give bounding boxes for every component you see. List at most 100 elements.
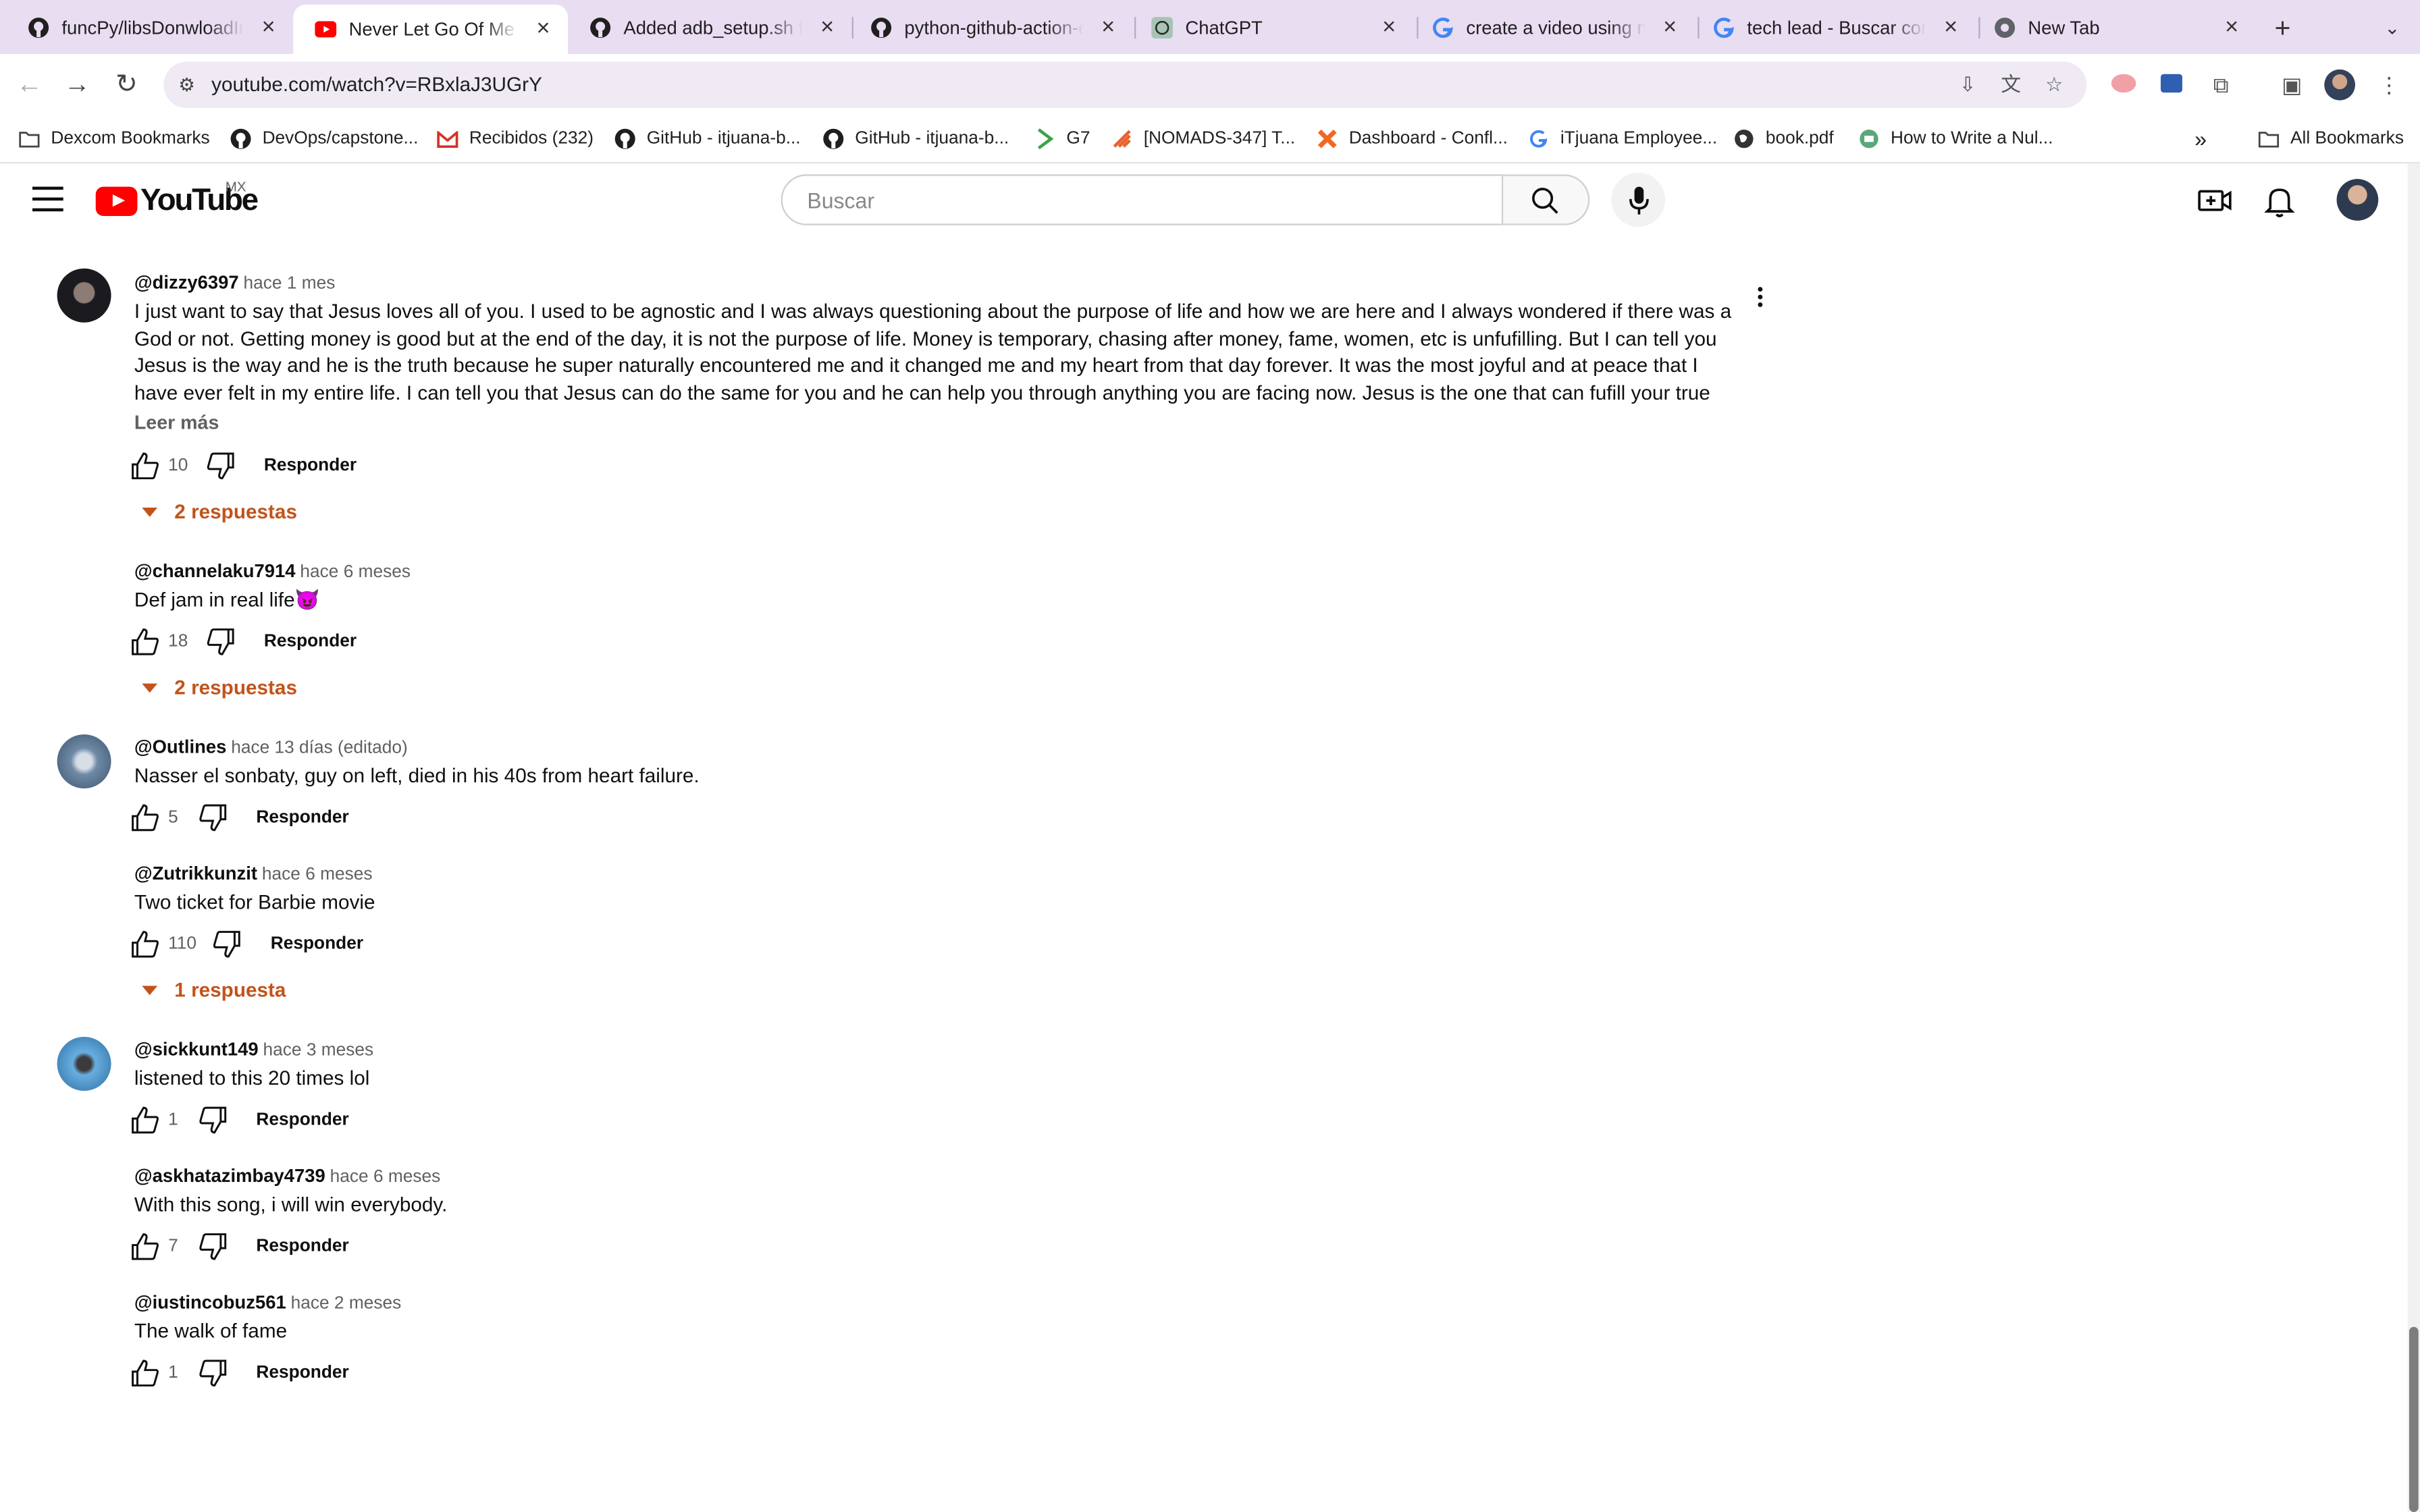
reply-button[interactable]: Responder (256, 1364, 348, 1382)
read-more-button[interactable]: Leer más (134, 412, 1755, 433)
thumbs-down-icon[interactable] (198, 1231, 229, 1262)
bookmark-item[interactable]: Dexcom Bookmarks (18, 126, 210, 151)
comment-time[interactable]: hace 6 meses (262, 865, 373, 884)
extension-icon[interactable] (2108, 70, 2139, 101)
tab-2[interactable]: Added adb_setup.sh for × (568, 6, 852, 48)
extension-icon[interactable] (2156, 70, 2187, 101)
comment-author[interactable]: @channelaku7914 (134, 560, 296, 582)
translate-icon[interactable]: 文 (1997, 71, 2025, 99)
reply-button[interactable]: Responder (264, 632, 357, 651)
reply-button[interactable]: Responder (256, 1111, 348, 1129)
view-replies-button[interactable]: 2 respuestas (142, 500, 297, 523)
new-tab-button[interactable]: + (2267, 12, 2298, 43)
thumbs-down-icon[interactable] (198, 1357, 229, 1388)
close-icon[interactable]: × (256, 14, 281, 40)
site-info-icon[interactable]: ⚙ (173, 71, 201, 99)
comment-time[interactable]: hace 6 meses (300, 563, 411, 581)
avatar[interactable] (57, 734, 111, 788)
thumbs-down-icon[interactable] (198, 1105, 229, 1136)
bookmark-item[interactable]: How to Write a Nul... (1858, 126, 2053, 151)
scrollbar-track[interactable] (2407, 163, 2420, 1512)
reload-icon[interactable]: ↻ (108, 66, 145, 103)
scrollbar-thumb[interactable] (2409, 1326, 2419, 1512)
thumbs-up-icon[interactable] (130, 1105, 161, 1136)
star-icon[interactable]: ☆ (2041, 71, 2068, 99)
avatar[interactable] (57, 268, 111, 323)
forward-arrow-icon[interactable]: → (59, 66, 96, 103)
tab-1[interactable]: Never Let Go Of Me - Ba × (293, 4, 569, 54)
bookmark-item[interactable]: iTjuana Employee... (1528, 126, 1717, 151)
bookmark-item[interactable]: GitHub - itjuana-b... (822, 126, 1009, 151)
bookmark-item[interactable]: Dashboard - Confl... (1317, 126, 1508, 151)
close-icon[interactable]: × (2219, 14, 2244, 40)
reply-button[interactable]: Responder (256, 809, 348, 827)
thumbs-up-icon[interactable] (130, 1231, 161, 1262)
bookmark-item[interactable]: G7 (1034, 126, 1090, 151)
comment-time[interactable]: hace 13 días (editado) (231, 739, 408, 757)
comment-author[interactable]: @Outlines (134, 736, 226, 757)
avatar[interactable] (57, 1036, 111, 1091)
tab-search-icon[interactable]: ⌄ (2377, 12, 2408, 43)
close-icon[interactable]: × (815, 14, 840, 40)
close-icon[interactable]: × (1377, 14, 1402, 40)
voice-search-button[interactable] (1611, 172, 1666, 227)
url-text[interactable]: youtube.com/watch?v=RBxlaJ3UGrY (211, 72, 542, 95)
create-video-icon[interactable] (2197, 182, 2234, 219)
tab-6[interactable]: tech lead - Buscar con G × (1691, 6, 1976, 48)
bookmark-item[interactable]: GitHub - itjuana-b... (614, 126, 801, 151)
thumbs-down-icon[interactable] (212, 929, 243, 960)
comment-author[interactable]: @askhatazimbay4739 (134, 1165, 325, 1187)
comment-author[interactable]: @iustincobuz561 (134, 1291, 286, 1313)
thumbs-up-icon[interactable] (130, 626, 161, 657)
address-bar[interactable]: ⚙ youtube.com/watch?v=RBxlaJ3UGrY ⇩ 文 ☆ (163, 61, 2087, 108)
bookmark-item[interactable]: [NOMADS-347] T... (1111, 126, 1295, 151)
thumbs-up-icon[interactable] (130, 450, 161, 481)
bookmark-item[interactable]: Recibidos (232) (437, 126, 594, 151)
install-app-icon[interactable]: ⇩ (1954, 71, 1982, 99)
view-replies-button[interactable]: 1 respuesta (142, 978, 286, 1001)
comment-time[interactable]: hace 6 meses (330, 1168, 441, 1186)
profile-avatar[interactable] (2324, 69, 2355, 101)
tab-3[interactable]: python-github-action-e × (849, 6, 1133, 48)
reply-button[interactable]: Responder (264, 457, 357, 475)
thumbs-up-icon[interactable] (130, 929, 161, 960)
puzzle-icon[interactable]: ⧉ (2205, 70, 2236, 101)
account-avatar[interactable] (2336, 179, 2379, 221)
youtube-logo[interactable]: YouTube MX (95, 179, 259, 219)
kebab-menu-icon[interactable]: ⋮ (2373, 70, 2404, 101)
tab-0[interactable]: funcPy/libsDonwloadInfo × (6, 6, 293, 48)
chevron-double-right-icon[interactable]: » (2194, 126, 2207, 151)
reply-button[interactable]: Responder (256, 1237, 348, 1256)
thumbs-up-icon[interactable] (130, 803, 161, 834)
thumbs-up-icon[interactable] (130, 1357, 161, 1388)
bookmark-item[interactable]: DevOps/capstone... (230, 126, 418, 151)
tab-5[interactable]: create a video using ms × (1411, 6, 1695, 48)
all-bookmarks-button[interactable]: All Bookmarks (2258, 126, 2404, 151)
close-icon[interactable]: × (1658, 14, 1683, 40)
close-icon[interactable]: × (531, 16, 556, 42)
comment-menu-icon[interactable] (1747, 284, 1772, 312)
close-icon[interactable]: × (1096, 14, 1121, 40)
view-replies-button[interactable]: 2 respuestas (142, 676, 297, 699)
bell-icon[interactable] (2261, 182, 2298, 219)
comment-time[interactable]: hace 3 meses (263, 1042, 374, 1060)
side-panel-icon[interactable]: ▣ (2276, 70, 2307, 101)
thumbs-down-icon[interactable] (205, 450, 236, 481)
tab-7[interactable]: New Tab × (1972, 6, 2257, 48)
close-icon[interactable]: × (1939, 14, 1964, 40)
bookmark-item[interactable]: book.pdf (1733, 126, 1834, 151)
comment-author[interactable]: @sickkunt149 (134, 1038, 259, 1060)
search-button[interactable] (1503, 174, 1590, 225)
comment-time[interactable]: hace 1 mes (244, 275, 336, 293)
tab-4[interactable]: ChatGPT × (1130, 6, 1414, 48)
reply-button[interactable]: Responder (271, 935, 363, 953)
hamburger-menu-icon[interactable] (32, 186, 63, 212)
comment-time[interactable]: hace 2 meses (291, 1295, 402, 1313)
search-box[interactable] (781, 174, 1504, 225)
thumbs-down-icon[interactable] (205, 626, 236, 657)
thumbs-down-icon[interactable] (198, 803, 229, 834)
comment-author[interactable]: @dizzy6397 (134, 271, 239, 293)
search-input[interactable] (804, 186, 1474, 215)
comment-author[interactable]: @Zutrikkunzit (134, 863, 257, 884)
back-arrow-icon[interactable]: ← (11, 66, 48, 103)
